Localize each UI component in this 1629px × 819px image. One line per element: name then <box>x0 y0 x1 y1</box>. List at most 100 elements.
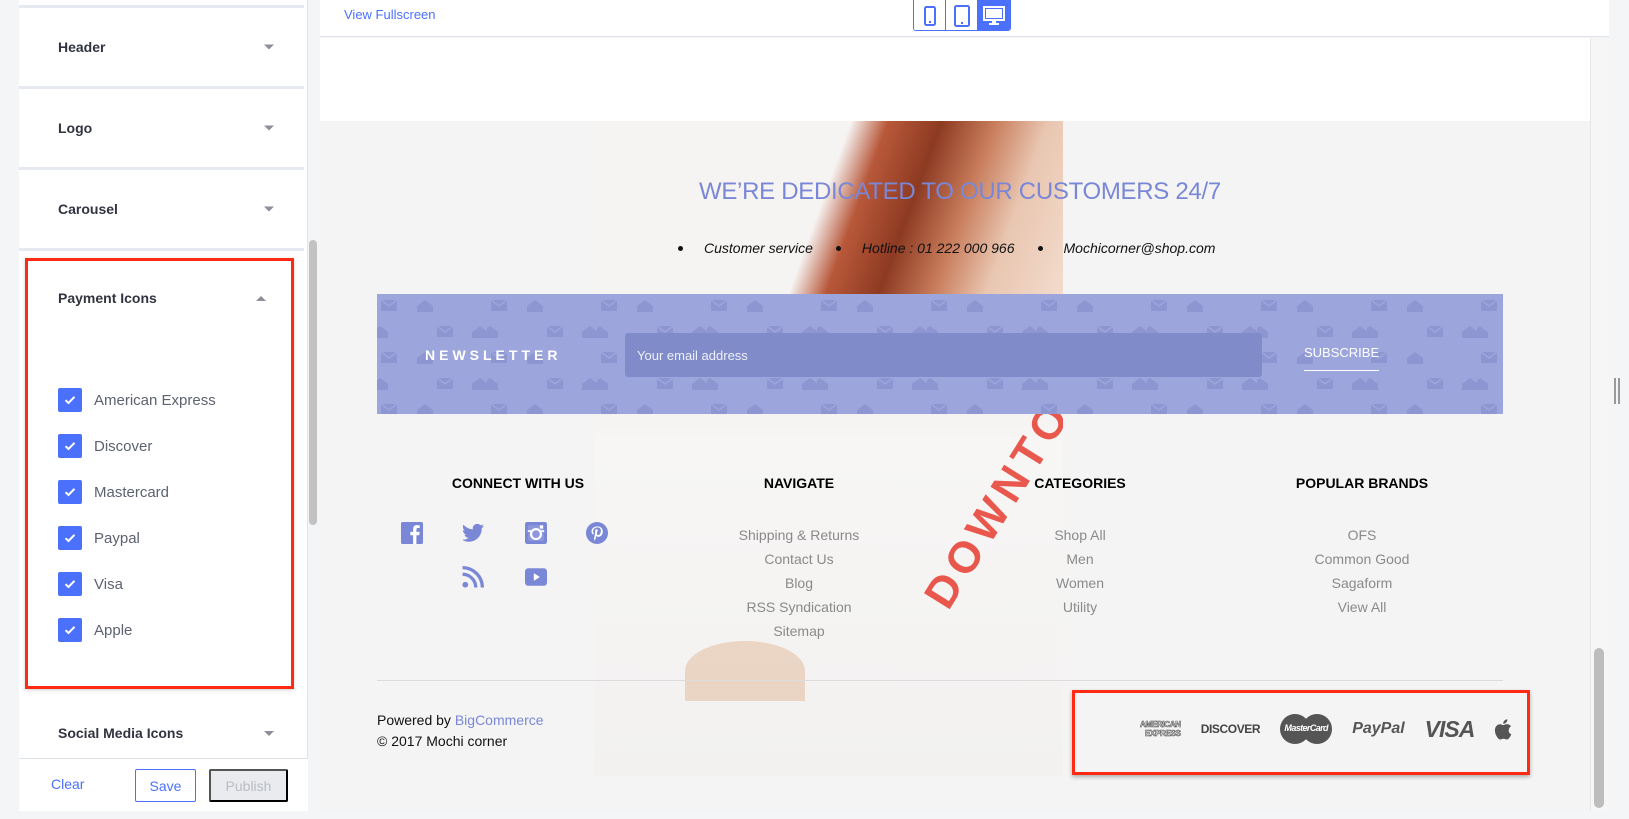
chevron-down-icon[interactable] <box>264 731 274 736</box>
desktop-view-button[interactable] <box>978 0 1010 30</box>
section-logo[interactable]: Logo <box>19 89 304 170</box>
footer-link[interactable]: OFS <box>1242 523 1482 547</box>
amex-line2: EXPRESS <box>1145 729 1182 739</box>
contact-item: Hotline : 01 222 000 966 <box>835 240 1015 256</box>
youtube-icon[interactable] <box>525 566 547 588</box>
checkbox-label: Mastercard <box>94 483 170 501</box>
footer-column-categories: CATEGORIES Shop All Men Women Utility <box>960 475 1200 619</box>
footer-link[interactable]: Sagaform <box>1242 571 1482 595</box>
checkbox-paypal[interactable]: Paypal <box>58 515 216 561</box>
bullet <box>678 245 683 251</box>
copyright: © 2017 Mochi corner <box>377 733 508 749</box>
footer-link[interactable]: Common Good <box>1242 547 1482 571</box>
store-preview: View Fullscreen DOWNTOWN <box>320 0 1609 811</box>
preview-scrollbar[interactable] <box>1594 648 1604 808</box>
page-content-area <box>320 38 1590 121</box>
theme-editor: Header Logo Carousel Payment Icons Ameri… <box>0 0 1629 819</box>
chevron-up-icon[interactable] <box>256 296 266 301</box>
contact-item: Customer service <box>678 240 813 256</box>
payment-options-list: American Express Discover Mastercard Pay… <box>58 377 216 653</box>
footer-column-brands: POPULAR BRANDS OFS Common Good Sagaform … <box>1242 475 1482 619</box>
paypal-icon: PayPal <box>1352 720 1405 737</box>
newsletter-email-input[interactable] <box>625 333 1262 377</box>
section-title: Header <box>58 39 106 55</box>
sidebar-footer: Clear Save Publish <box>19 758 308 811</box>
check-icon <box>64 580 76 589</box>
checkbox-apple[interactable]: Apple <box>58 607 216 653</box>
chevron-down-icon[interactable] <box>264 125 274 131</box>
amex-line1: AMERICAN <box>1139 720 1182 730</box>
chevron-down-icon[interactable] <box>264 44 274 50</box>
checkbox-label: Paypal <box>94 529 140 547</box>
publish-button[interactable]: Publish <box>209 769 288 802</box>
preview-toolbar: View Fullscreen <box>320 0 1609 37</box>
sidebar-scrollbar[interactable] <box>309 240 317 525</box>
column-title: CATEGORIES <box>1034 475 1126 491</box>
checkbox-checked[interactable] <box>58 434 82 458</box>
section-header[interactable]: Header <box>19 8 304 89</box>
chevron-down-icon[interactable] <box>264 206 274 212</box>
check-icon <box>64 534 76 543</box>
theme-settings-sidebar: Header Logo Carousel Payment Icons Ameri… <box>19 0 308 811</box>
contact-text: Mochicorner@shop.com <box>1063 240 1216 256</box>
check-icon <box>64 396 76 405</box>
footer-column-navigate: NAVIGATE Shipping & Returns Contact Us B… <box>679 475 919 643</box>
checkbox-checked[interactable] <box>58 388 82 412</box>
footer-link[interactable]: Men <box>960 547 1200 571</box>
bullet <box>1037 245 1043 251</box>
discover-icon: DISCOVER <box>1200 722 1261 736</box>
footer-link[interactable]: Contact Us <box>679 547 919 571</box>
bigcommerce-link[interactable]: BigCommerce <box>455 712 544 728</box>
headline-text: WE’RE DEDICATED TO OUR CUSTOMERS 24/7 <box>699 178 1221 205</box>
checkbox-checked[interactable] <box>58 480 82 504</box>
tablet-view-button[interactable] <box>946 0 978 30</box>
section-social-media-icons[interactable]: Social Media Icons <box>19 693 304 758</box>
instagram-icon[interactable] <box>525 522 547 544</box>
powered-by-text: Powered by <box>377 712 455 728</box>
powered-by: Powered by BigCommerce <box>377 712 544 728</box>
section-title: Carousel <box>58 201 118 217</box>
checkbox-american-express[interactable]: American Express <box>58 377 216 423</box>
footer-link[interactable]: RSS Syndication <box>679 595 919 619</box>
checkbox-checked[interactable] <box>58 572 82 596</box>
section-carousel[interactable]: Carousel <box>19 170 304 251</box>
checkbox-mastercard[interactable]: Mastercard <box>58 469 216 515</box>
footer-link[interactable]: Utility <box>960 595 1200 619</box>
checkbox-visa[interactable]: Visa <box>58 561 216 607</box>
footer-link[interactable]: Sitemap <box>679 619 919 643</box>
apple-icon <box>1494 718 1512 740</box>
subscribe-button[interactable]: SUBSCRIBE <box>1304 345 1380 371</box>
rss-icon[interactable] <box>462 566 484 588</box>
check-icon <box>64 442 76 451</box>
twitter-icon[interactable] <box>462 522 484 544</box>
checkbox-checked[interactable] <box>58 618 82 642</box>
model-photo: DOWNTOWN <box>595 121 1063 776</box>
footer-link[interactable]: View All <box>1242 595 1482 619</box>
column-title: NAVIGATE <box>763 475 835 491</box>
payment-icons-row: AMERICAN EXPRESS DISCOVER MasterCard PayP… <box>1131 713 1532 745</box>
checkbox-discover[interactable]: Discover <box>58 423 216 469</box>
clear-button[interactable]: Clear <box>51 776 84 792</box>
footer-link[interactable]: Shipping & Returns <box>679 523 919 547</box>
panel-resize-handle[interactable] <box>1614 378 1620 404</box>
section-title[interactable]: Payment Icons <box>58 290 157 306</box>
pinterest-icon[interactable] <box>586 522 608 544</box>
view-fullscreen-link[interactable]: View Fullscreen <box>344 7 436 22</box>
column-title: POPULAR BRANDS <box>1295 475 1429 491</box>
footer-link[interactable]: Blog <box>679 571 919 595</box>
check-icon <box>64 626 76 635</box>
save-button[interactable]: Save <box>135 769 196 802</box>
tablet-icon <box>953 4 970 27</box>
checkbox-checked[interactable] <box>58 526 82 550</box>
mobile-view-button[interactable] <box>914 0 946 30</box>
newsletter-title: NEWSLETTER <box>425 347 562 363</box>
facebook-icon[interactable] <box>401 522 423 544</box>
footer-link[interactable]: Shop All <box>960 523 1200 547</box>
footer-link[interactable]: Women <box>960 571 1200 595</box>
section-payment-icons: Payment Icons American Express Discover … <box>25 258 294 689</box>
section-title: Logo <box>58 120 93 136</box>
mastercard-icon: MasterCard <box>1280 714 1333 744</box>
sidebar-scroll-area[interactable]: Header Logo Carousel Payment Icons Ameri… <box>19 0 308 758</box>
